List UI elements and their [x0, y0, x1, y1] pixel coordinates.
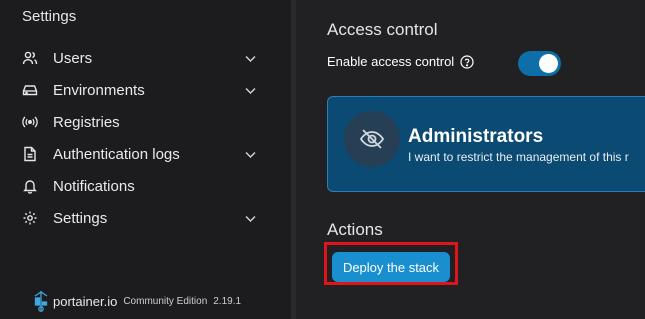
sidebar-nav: Users Environments Registries Authentica… — [0, 42, 291, 234]
admin-icon-badge — [344, 111, 400, 167]
sidebar-item-registries[interactable]: Registries — [0, 106, 291, 138]
access-control-heading: Access control — [327, 20, 438, 39]
access-control-row: Enable access control — [327, 54, 474, 69]
help-icon[interactable] — [460, 54, 474, 69]
registries-icon — [22, 116, 38, 128]
chevron-down-icon[interactable] — [244, 148, 257, 161]
sidebar-item-label: Notifications — [53, 178, 135, 195]
chevron-down-icon[interactable] — [244, 52, 257, 65]
sidebar-item-label: Authentication logs — [53, 146, 180, 163]
sidebar-item-label: Settings — [53, 210, 108, 227]
main-content: Access control Enable access control Adm… — [296, 0, 645, 319]
sidebar-item-notifications[interactable]: Notifications — [0, 170, 291, 202]
access-control-label: Enable access control — [327, 54, 455, 69]
sidebar-item-label: Environments — [53, 82, 145, 99]
access-control-toggle[interactable] — [518, 51, 561, 76]
document-icon — [24, 146, 36, 162]
sidebar-item-settings[interactable]: Settings — [0, 202, 291, 234]
sidebar-title: Settings — [22, 8, 77, 25]
sidebar-item-label: Users — [53, 50, 93, 67]
portainer-logo-icon — [34, 291, 48, 312]
bell-icon — [23, 180, 37, 194]
sidebar-item-label: Registries — [53, 114, 120, 131]
sidebar-item-users[interactable]: Users — [0, 42, 291, 74]
sidebar-footer: portainer.io Community Edition 2.19.1 — [33, 290, 241, 312]
users-icon — [22, 51, 38, 65]
card-title: Administrators — [408, 126, 544, 147]
footer-brand: portainer.io — [53, 293, 118, 309]
chevron-down-icon[interactable] — [244, 212, 257, 225]
administrators-option-card[interactable]: Administrators I want to restrict the ma… — [327, 96, 645, 192]
card-description: I want to restrict the management of thi… — [408, 150, 629, 164]
eye-off-icon — [359, 129, 385, 149]
toggle-knob — [539, 54, 558, 73]
actions-heading: Actions — [327, 220, 383, 239]
sidebar-item-environments[interactable]: Environments — [0, 74, 291, 106]
chevron-down-icon[interactable] — [244, 84, 257, 97]
gear-icon — [23, 211, 37, 225]
sidebar: Settings Users Environments Registries A… — [0, 0, 291, 319]
footer-edition: Community Edition — [123, 295, 208, 307]
environments-icon — [22, 85, 38, 96]
footer-version: 2.19.1 — [213, 295, 242, 307]
sidebar-item-authentication-logs[interactable]: Authentication logs — [0, 138, 291, 170]
deploy-stack-button[interactable]: Deploy the stack — [332, 252, 450, 282]
